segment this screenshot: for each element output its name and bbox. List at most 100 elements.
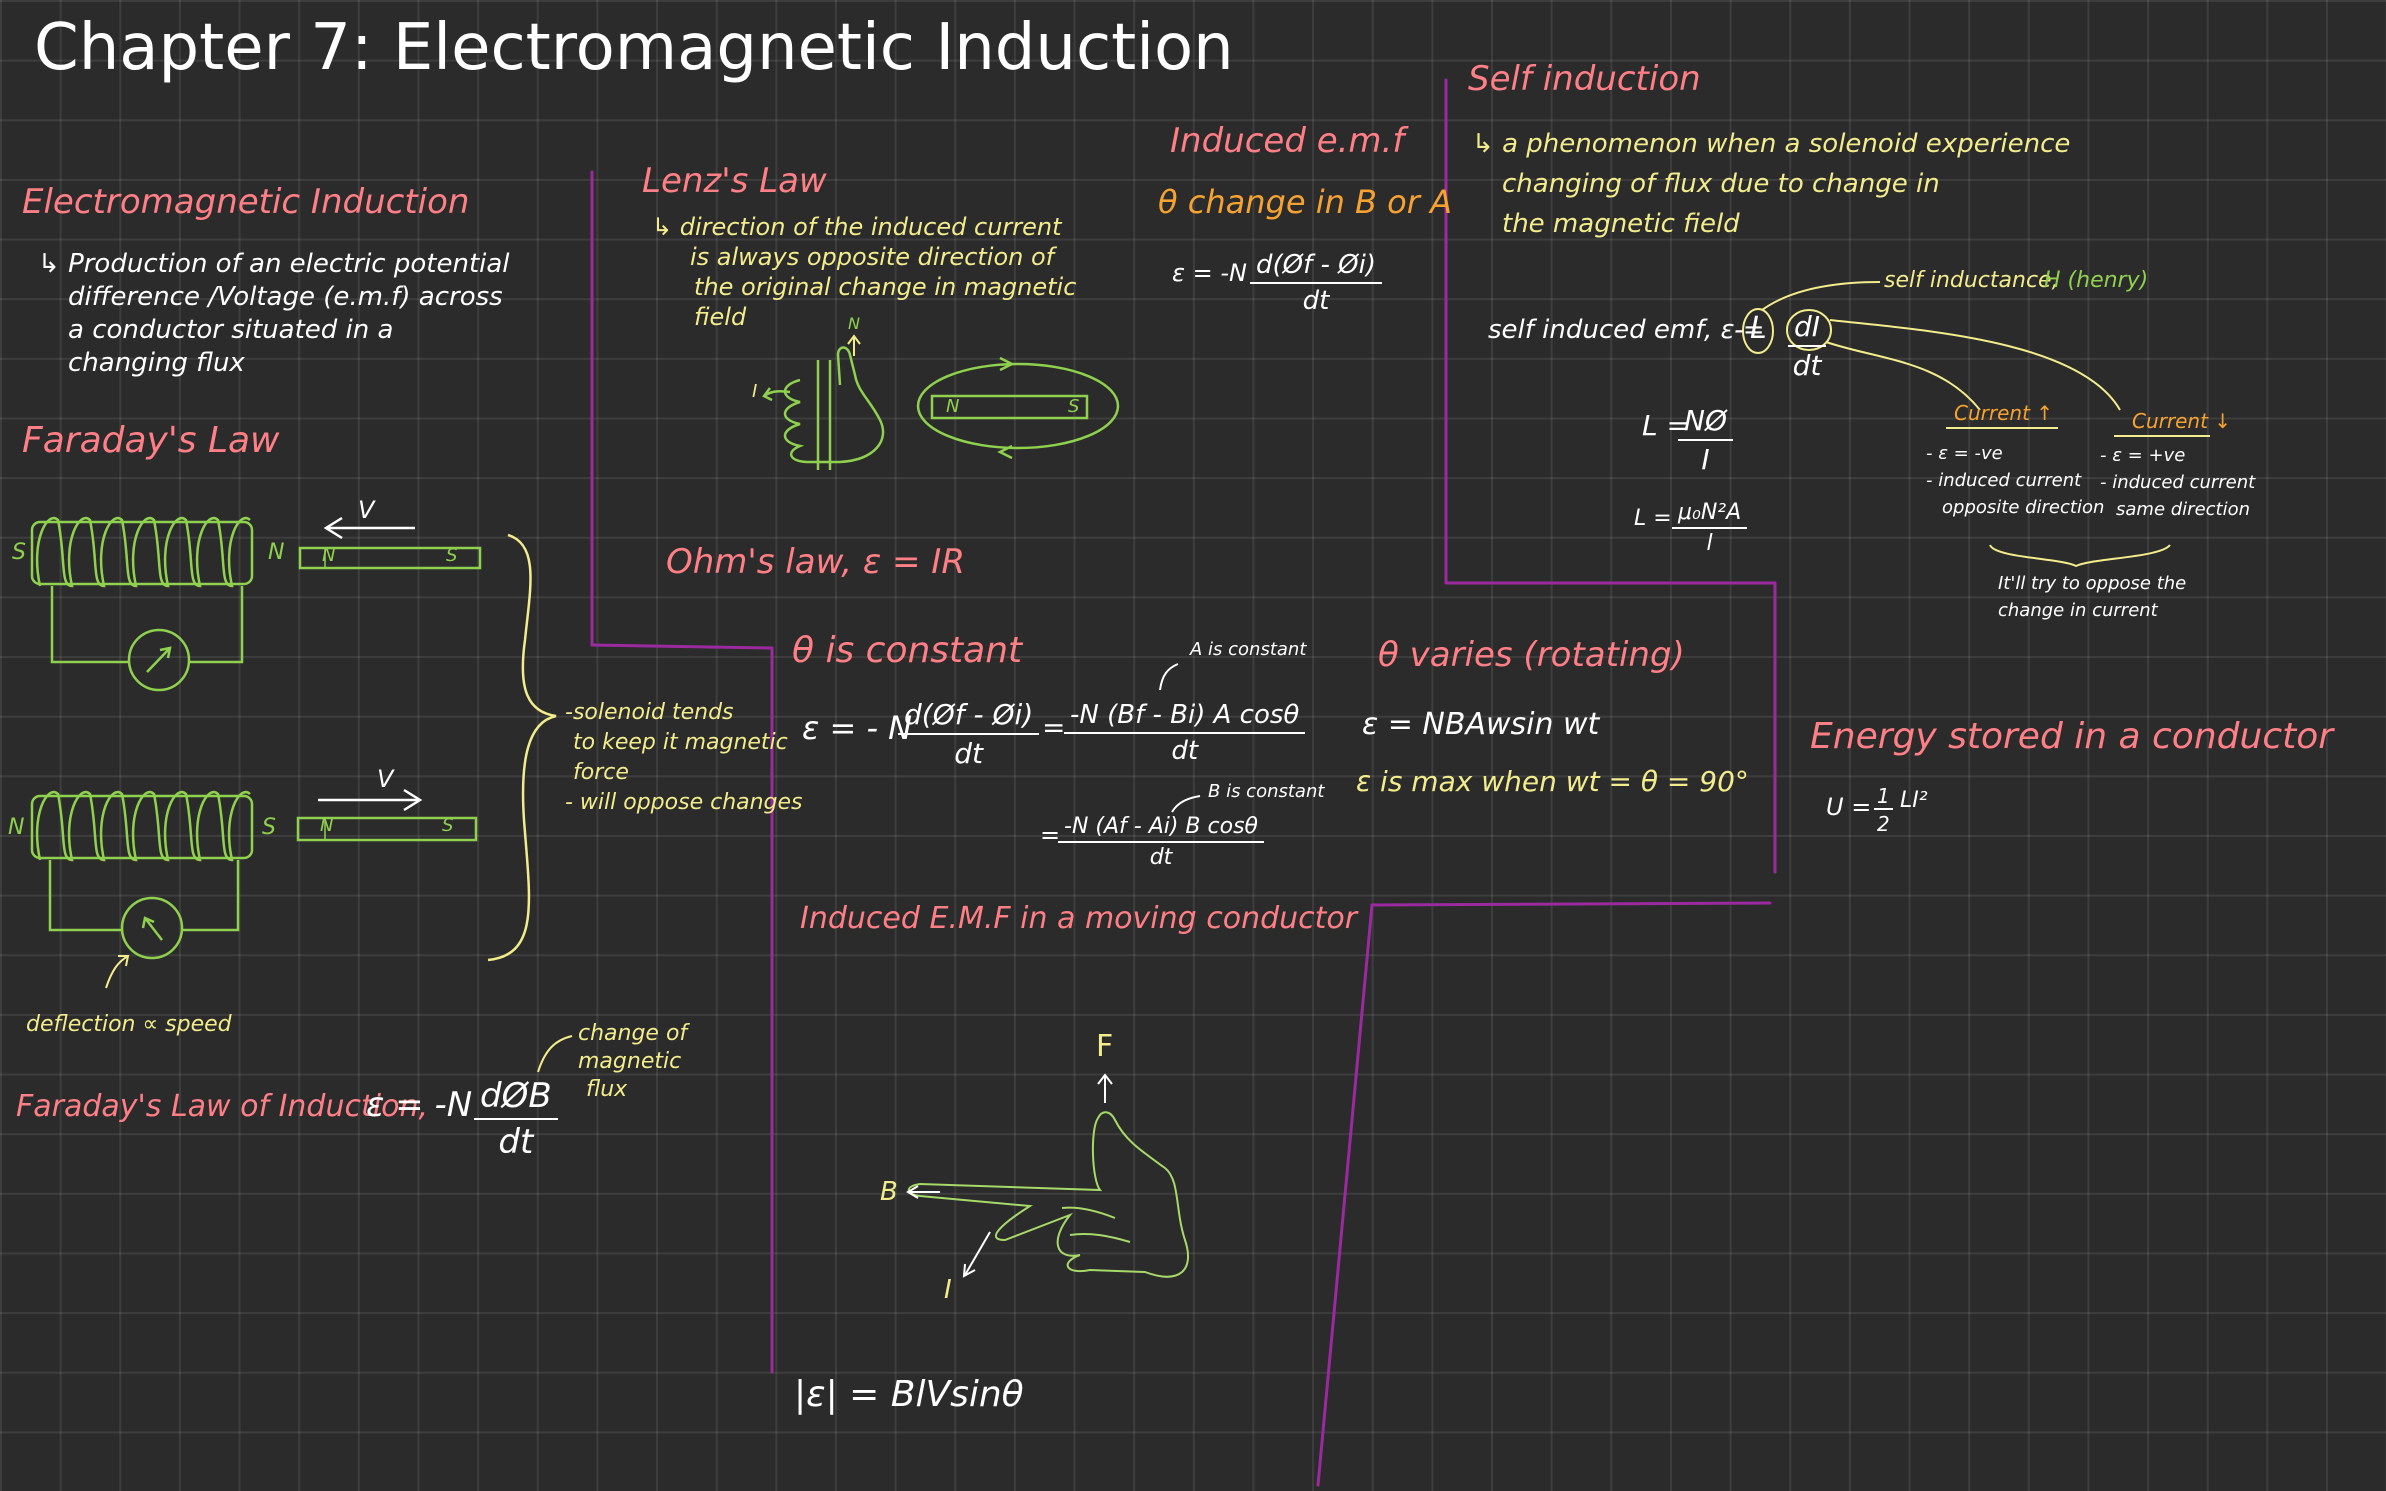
lenz-n-label: N [848, 314, 860, 333]
current-increase-notes: - ε = -ve - induced current opposite dir… [1926, 440, 2104, 521]
current-increase-note-3: opposite direction [1942, 497, 2105, 518]
em-induction-line-4: changing flux [68, 348, 245, 378]
inductance-eq1-fraction: NØ I [1678, 404, 1733, 476]
pole-label-s-1: S [12, 540, 26, 565]
flux-note-line-1: change of [578, 1021, 688, 1046]
inductance-eq2-lhs: L = [1634, 506, 1672, 531]
self-induced-emf-den: dt [1792, 349, 1822, 382]
current-decrease-note-1: - ε = +ve [2100, 445, 2186, 466]
em-induction-heading: Electromagnetic Induction [22, 182, 470, 222]
bar-label-n-2: N [320, 815, 334, 836]
deflection-note: deflection ∝ speed [26, 1012, 232, 1037]
faraday-heading: Faraday's Law [22, 420, 280, 461]
faraday-law-denominator: dt [498, 1122, 534, 1162]
self-induction-definition: ↳ a phenomenon when a solenoid experienc… [1472, 124, 2070, 244]
flux-note-line-2: magnetic [578, 1049, 682, 1074]
energy-eq-rhs: LI² [1900, 788, 1928, 813]
theta-const-eq2-num: -N (Bf - Bi) A cosθ [1064, 700, 1306, 734]
theta-const-eq1-den: dt [954, 737, 983, 770]
self-induction-line-3: the magnetic field [1502, 209, 1740, 239]
inductance-eq2-fraction: μ₀N²A l [1672, 500, 1748, 556]
theta-const-eq3-num: -N (Af - Ai) B cosθ [1058, 814, 1264, 843]
pole-label-s-2: S [262, 815, 276, 840]
oppose-current-note: It'll try to oppose the change in curren… [1998, 570, 2186, 624]
current-increase-note-2: - induced current [1926, 470, 2082, 491]
energy-eq-den: 2 [1877, 812, 1890, 836]
induced-emf-eq-fraction: d(Øf - Øi) dt [1250, 250, 1383, 316]
page-title: Chapter 7: Electromagnetic Induction [34, 11, 1234, 85]
energy-eq-lhs: U = [1826, 793, 1872, 821]
current-decrease-note-2: - induced current [2100, 472, 2256, 493]
induced-emf-eq-num: d(Øf - Øi) [1250, 250, 1383, 284]
em-induction-line-3: a conductor situated in a [68, 315, 394, 345]
right-hand-sketch [783, 346, 885, 464]
theta-const-eq1-fraction: d(Øf - Øi) dt [898, 698, 1040, 770]
inductance-eq2-num: μ₀N²A [1672, 500, 1748, 529]
energy-eq-num: 1 [1874, 784, 1893, 810]
divider-left-horizontal [590, 643, 774, 650]
brace-note-1: -solenoid tends [565, 700, 734, 725]
curly-brace [487, 533, 557, 962]
induced-emf-eq-lhs: ε = -N [1172, 259, 1247, 287]
oppose-note-line-2: change in current [1998, 600, 2158, 621]
self-induction-heading: Self induction [1468, 59, 1701, 99]
lenz-bar-n: N [946, 396, 960, 417]
flux-note-line-3: flux [586, 1077, 628, 1102]
current-increase-label: Current ↑ [1954, 401, 2054, 425]
theta-const-eq1-lhs: ε = - N [802, 709, 913, 747]
self-inductance-note: self inductance, [1884, 268, 2059, 293]
bar-label-n-1: N [322, 545, 336, 566]
b-constant-note: B is constant [1208, 781, 1325, 802]
moving-conductor-heading: Induced E.M.F in a moving conductor [800, 901, 1358, 936]
theta-const-eq2-fraction: -N (Bf - Bi) A cosθ dt [1064, 700, 1306, 766]
velocity-label-2: V [377, 765, 394, 793]
pole-label-n-1: N [268, 540, 285, 565]
current-increase-note-1: - ε = -ve [1926, 443, 2003, 464]
theta-const-eq2-prefix: = [1042, 711, 1066, 744]
brace-note-4: - will oppose changes [565, 790, 803, 815]
a-constant-note: A is constant [1190, 639, 1307, 660]
self-induced-emf-fraction: dI dt [1788, 310, 1827, 382]
pole-label-n-2: N [8, 815, 25, 840]
lenz-line-3: the original change in magnetic [694, 273, 1077, 301]
lenz-line-2: is always opposite direction of [690, 243, 1055, 271]
lenz-line-4: field [694, 303, 747, 331]
circuit-wire-1 [50, 586, 128, 664]
em-induction-line-2: difference /Voltage (e.m.f) across [68, 282, 503, 312]
brace-note-2: to keep it magnetic [573, 730, 788, 755]
theta-const-eq2-den: dt [1171, 736, 1199, 766]
solenoid-coil-1 [35, 516, 251, 588]
moving-conductor-formula: |ε| = BlVsinθ [794, 1374, 1024, 1415]
lenz-current-label: I [752, 381, 758, 402]
theta-constant-heading: θ is constant [792, 630, 1023, 671]
induced-emf-eq-den: dt [1302, 286, 1330, 316]
lenz-bar-s: S [1068, 396, 1080, 417]
velocity-label-1: V [358, 496, 375, 524]
induced-emf-subheading: θ change in B or A [1158, 183, 1452, 221]
energy-heading: Energy stored in a conductor [1810, 716, 2334, 757]
oppose-note-line-1: It'll try to oppose the [1998, 573, 2187, 594]
bar-label-s-2: S [442, 815, 454, 836]
em-induction-line-1: ↳ Production of an electric potential [38, 249, 510, 279]
inductance-eq1-num: NØ [1678, 404, 1733, 441]
divider-lower-horizontal [1370, 901, 1772, 907]
energy-eq-fraction: 1 2 [1874, 784, 1893, 836]
self-induced-emf-label: self induced emf, ε = [1488, 315, 1765, 345]
theta-const-eq1-num: d(Øf - Øi) [898, 698, 1040, 735]
flux-note: change of magnetic flux [578, 1020, 687, 1104]
lenz-definition: ↳ direction of the induced current is al… [652, 212, 1076, 332]
self-induced-emf-num: dI [1788, 310, 1827, 347]
solenoid-diagram-1 [30, 516, 482, 692]
current-decrease-notes: - ε = +ve - induced current same directi… [2100, 442, 2255, 523]
bar-label-s-1: S [446, 545, 458, 566]
self-induction-line-2: changing of flux due to change in [1502, 169, 1940, 199]
faraday-law-fraction: dØB dt [474, 1076, 558, 1162]
current-decrease-label: Current ↓ [2132, 409, 2232, 433]
force-label: F [1096, 1029, 1114, 1064]
circuit-wire-2 [48, 860, 122, 932]
self-induced-emf-l: L [1750, 311, 1767, 346]
current-decrease-note-3: same direction [2116, 499, 2251, 520]
theta-const-eq3-fraction: -N (Af - Ai) B cosθ dt [1058, 814, 1264, 870]
divider-lower-diagonal [1316, 903, 1374, 1487]
solenoid-coil-2 [35, 790, 251, 862]
